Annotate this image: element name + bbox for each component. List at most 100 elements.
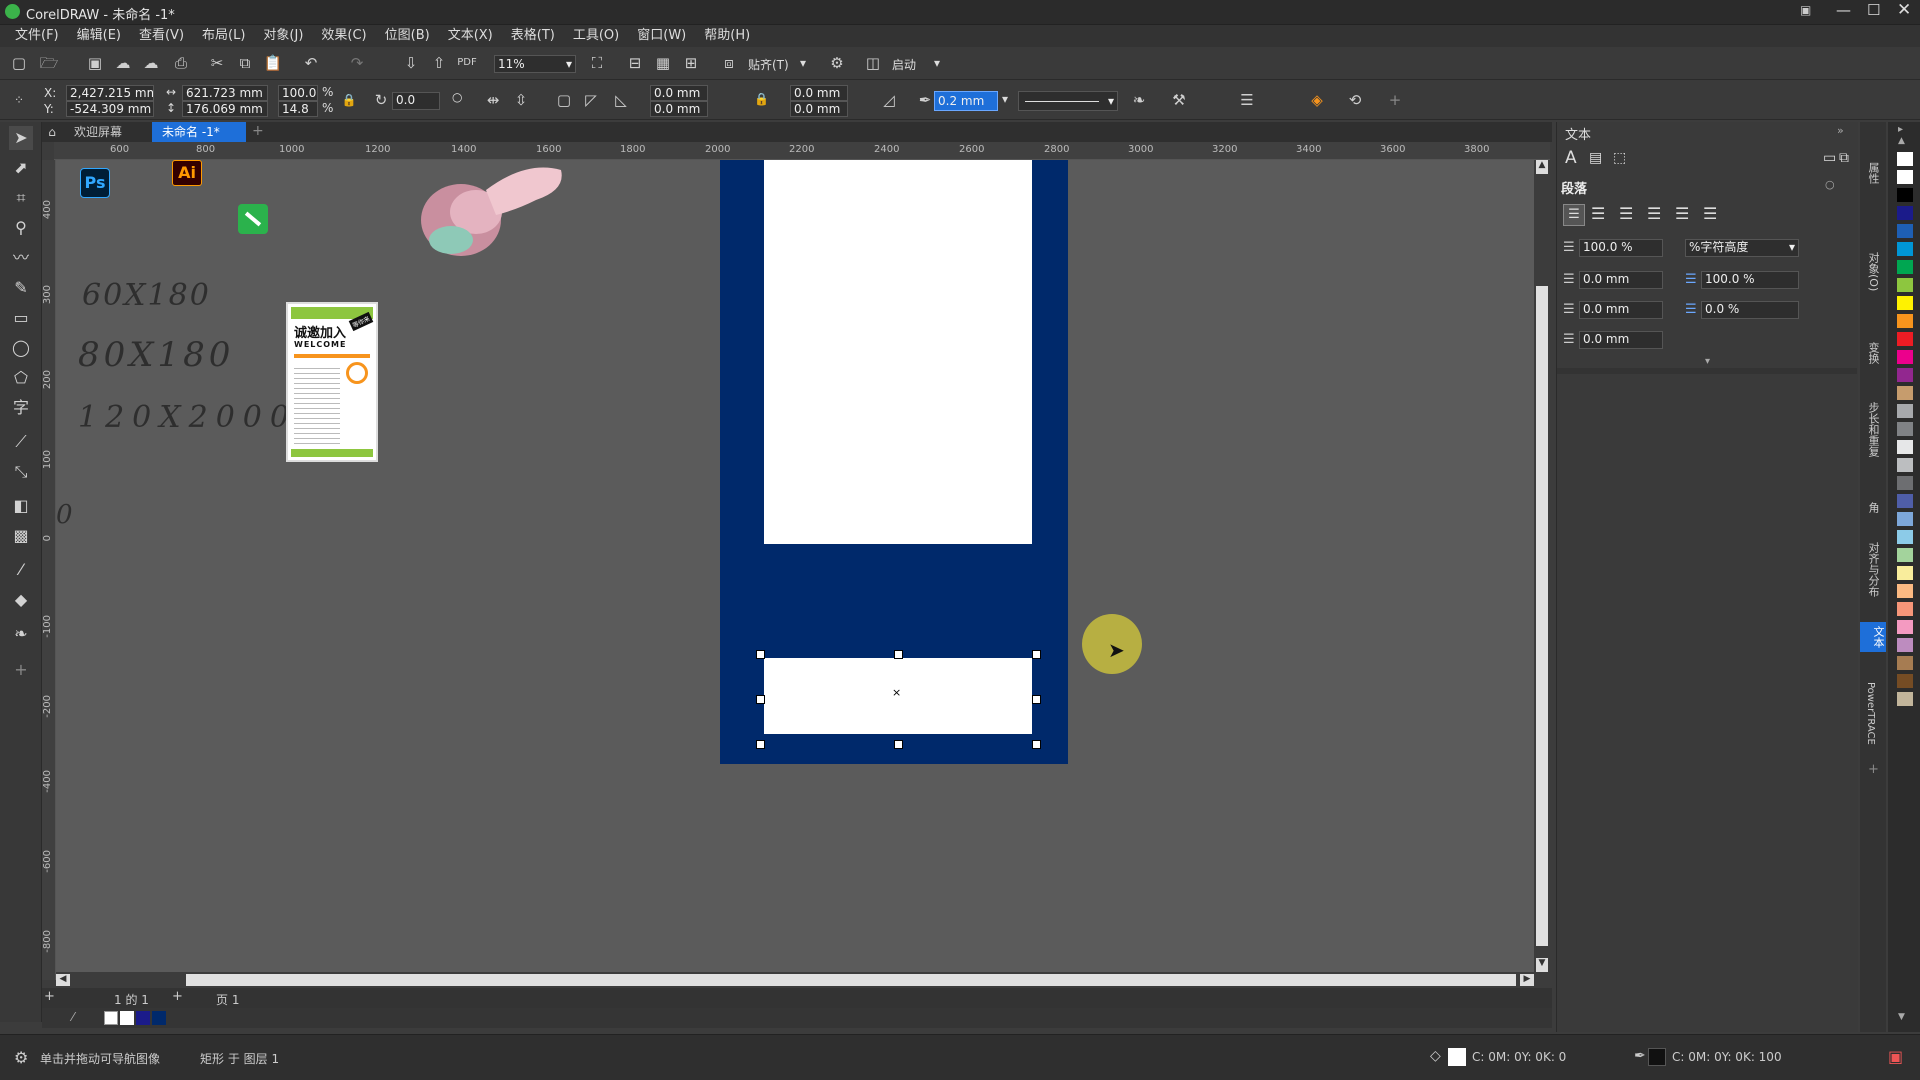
menu-window[interactable]: 窗口(W) xyxy=(628,25,695,47)
import-icon[interactable]: ⇩ xyxy=(400,52,422,74)
full-screen-icon[interactable]: ⊟ xyxy=(624,52,646,74)
color-swatch[interactable] xyxy=(1897,656,1913,670)
right-indent-field[interactable]: 0.0 mm xyxy=(1579,331,1663,349)
white-panel-top[interactable] xyxy=(764,160,1032,544)
color-swatch[interactable] xyxy=(1897,332,1913,346)
color-swatch[interactable] xyxy=(1897,584,1913,598)
outline-color-swatch[interactable] xyxy=(1648,1048,1666,1066)
polygon-tool-icon[interactable]: ⬠ xyxy=(9,366,33,390)
scroll-thumb[interactable] xyxy=(186,974,1516,986)
add-icon[interactable]: + xyxy=(1384,89,1406,111)
color-swatch[interactable] xyxy=(1897,692,1913,706)
connector-tool-icon[interactable]: ⤡ xyxy=(9,460,33,484)
menu-view[interactable]: 查看(V) xyxy=(130,25,193,47)
color-swatch[interactable] xyxy=(1897,602,1913,616)
selected-white-rectangle[interactable]: × xyxy=(764,658,1032,734)
align-right-icon[interactable]: ☰ xyxy=(1647,204,1661,223)
interactive-fill-icon[interactable]: ◆ xyxy=(9,588,33,612)
smart-fill-icon[interactable]: ❧ xyxy=(9,622,33,646)
color-swatch[interactable] xyxy=(1897,674,1913,688)
color-swatch[interactable] xyxy=(1897,512,1913,526)
launch-label[interactable]: 启动 xyxy=(892,56,916,73)
menu-effects[interactable]: 效果(C) xyxy=(312,25,375,47)
zoom-page-icon[interactable]: ⛶ xyxy=(586,52,608,74)
cut-icon[interactable]: ✂ xyxy=(206,52,228,74)
color-swatch[interactable] xyxy=(1897,278,1913,292)
selection-handle[interactable] xyxy=(894,740,903,749)
scale-x-field[interactable]: 100.0 xyxy=(278,85,318,101)
line-spacing-field[interactable]: 100.0 % xyxy=(1579,239,1663,257)
line-spacing-unit-select[interactable]: %字符高度 ▾ xyxy=(1685,239,1799,257)
dock-tab-transform[interactable]: 变换 xyxy=(1865,342,1881,364)
x-position-field[interactable]: 2,427.215 mm xyxy=(66,85,154,101)
convert-to-curves-icon[interactable]: ⟲ xyxy=(1344,89,1366,111)
page-tab-1[interactable]: 页 1 xyxy=(216,991,239,1008)
selection-handle[interactable] xyxy=(894,650,903,659)
character-spacing-field[interactable]: 100.0 % xyxy=(1701,271,1799,289)
color-proof-icon[interactable]: ▣ xyxy=(1888,1047,1903,1066)
color-swatch[interactable] xyxy=(1897,296,1913,310)
mirror-horizontal-icon[interactable]: ⇹ xyxy=(482,89,504,111)
status-gear-icon[interactable]: ⚙ xyxy=(14,1048,28,1067)
illustrator-icon[interactable]: Ai xyxy=(172,160,202,186)
no-color-swatch[interactable] xyxy=(104,1011,118,1025)
cloud-download-icon[interactable]: ☁ xyxy=(140,52,162,74)
contour-brush-icon[interactable]: ❧ xyxy=(1128,89,1150,111)
color-swatch[interactable] xyxy=(1897,494,1913,508)
artistic-media-icon[interactable]: ✎ xyxy=(9,276,33,300)
left-indent-field[interactable]: 0.0 mm xyxy=(1579,271,1663,289)
menu-object[interactable]: 对象(J) xyxy=(254,25,312,47)
settings-gear-icon[interactable]: ⚙ xyxy=(826,52,848,74)
rectangle-tool-icon[interactable]: ▭ xyxy=(9,306,33,330)
export-icon[interactable]: ⇧ xyxy=(428,52,450,74)
dock-tab-text[interactable]: 文本 xyxy=(1860,622,1886,652)
snap-icon[interactable]: ⧈ xyxy=(718,52,740,74)
grid-icon[interactable]: ▦ xyxy=(652,52,674,74)
launch-dropdown-icon[interactable]: ▾ xyxy=(934,56,940,70)
dock-tab-objects[interactable]: 对象(O) xyxy=(1865,252,1881,291)
dock-add-icon[interactable]: + xyxy=(1868,762,1879,777)
zoom-tool-icon[interactable]: ⚲ xyxy=(9,216,33,240)
ellipse-tool-icon[interactable]: ◯ xyxy=(9,336,33,360)
rotation-angle-field[interactable]: 0.0 xyxy=(392,92,440,110)
word-spacing-field[interactable]: 0.0 % xyxy=(1701,301,1799,319)
shape-tool-icon[interactable]: ⬈ xyxy=(9,156,33,180)
text-wrap-icon[interactable]: ☰ xyxy=(1236,89,1258,111)
menu-bitmaps[interactable]: 位图(B) xyxy=(376,25,439,47)
color-swatch[interactable] xyxy=(1897,386,1913,400)
color-swatch[interactable] xyxy=(1897,350,1913,364)
color-swatch[interactable] xyxy=(1897,638,1913,652)
panel-collapse-icon[interactable]: » xyxy=(1837,124,1844,137)
dock-tab-align-distribute[interactable]: 对齐与分布 xyxy=(1865,542,1881,597)
tab-welcome-screen[interactable]: 欢迎屏幕 xyxy=(64,122,132,142)
color-swatch[interactable] xyxy=(1897,530,1913,544)
color-swatch[interactable] xyxy=(1897,476,1913,490)
scroll-left-icon[interactable]: ◀ xyxy=(56,974,70,986)
pick-tool-icon[interactable]: ➤ xyxy=(9,126,33,150)
color-swatch[interactable] xyxy=(1897,188,1913,202)
fill-color-swatch[interactable] xyxy=(1448,1048,1466,1066)
recruitment-poster-thumbnail[interactable]: 诚邀加入 WELCOME 等你来 xyxy=(286,302,378,462)
rotate-icon[interactable]: ↻ xyxy=(370,89,392,111)
relative-scaling-icon[interactable]: ◿ xyxy=(878,89,900,111)
color-swatch[interactable] xyxy=(1897,566,1913,580)
add-page-before-icon[interactable]: + xyxy=(44,989,55,1004)
menu-file[interactable]: 文件(F) xyxy=(6,25,68,47)
mirror-vertical-icon[interactable]: ⇳ xyxy=(510,89,532,111)
color-swatch[interactable] xyxy=(1897,260,1913,274)
open-icon[interactable]: 🗁 xyxy=(38,52,60,74)
color-swatch[interactable] xyxy=(1897,620,1913,634)
selection-handle[interactable] xyxy=(756,650,765,659)
corner-radius-bottom-left[interactable]: 0.0 mm xyxy=(650,101,708,117)
arrange-layers-icon[interactable]: ◈ xyxy=(1306,89,1328,111)
vertical-scrollbar[interactable]: ▲ ▼ xyxy=(1534,160,1550,972)
align-center-icon[interactable]: ☰ xyxy=(1619,204,1633,223)
scroll-up-icon[interactable]: ▲ xyxy=(1536,160,1548,174)
palette-scroll-up-icon[interactable]: ▲ xyxy=(1898,136,1905,146)
eyedropper-icon[interactable]: ⁄ xyxy=(9,558,33,582)
round-corner-icon[interactable]: ▢ xyxy=(553,89,575,111)
eyedropper-icon[interactable]: ⁄ xyxy=(72,1010,74,1024)
menu-text[interactable]: 文本(X) xyxy=(439,25,502,47)
corner-lock-icon[interactable]: 🔒 xyxy=(754,92,769,106)
close-button[interactable]: ✕ xyxy=(1897,0,1911,20)
